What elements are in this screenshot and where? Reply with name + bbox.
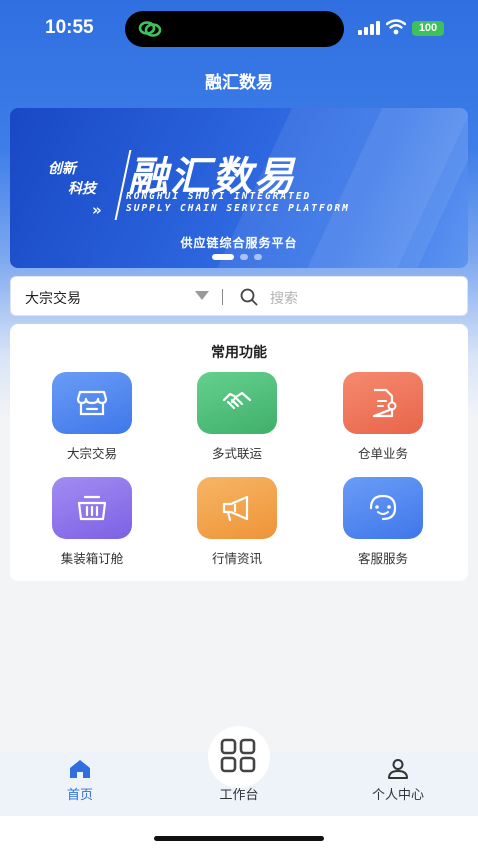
banner-english-line2: SUPPLY CHAIN SERVICE PLATFORM [126, 203, 350, 214]
search-input[interactable]: 搜索 [270, 288, 298, 308]
home-indicator[interactable] [154, 836, 324, 841]
carousel-dot[interactable] [240, 254, 248, 260]
function-label: 集装箱订舱 [60, 551, 124, 566]
wifi-icon [386, 19, 406, 35]
banner-subtitle: 供应链综合服务平台 [180, 236, 298, 250]
signal-icon [358, 21, 380, 35]
link-icon [138, 21, 162, 37]
carousel-indicator [212, 254, 262, 260]
store-icon [52, 372, 132, 434]
function-warehouse-receipt[interactable]: 仓单业务 [328, 372, 438, 462]
page-title: 融汇数易 [205, 73, 273, 93]
workbench-button[interactable] [208, 726, 270, 788]
megaphone-icon [197, 477, 277, 539]
tab-home[interactable]: 首页 [20, 758, 140, 803]
user-icon [388, 759, 408, 779]
function-multimodal-transport[interactable]: 多式联运 [182, 372, 292, 462]
function-bulk-trade[interactable]: 大宗交易 [37, 372, 147, 462]
status-time: 10:55 [45, 17, 94, 38]
search-bar: 大宗交易 搜索 [10, 276, 468, 316]
section-title: 常用功能 [211, 345, 267, 361]
function-customer-service[interactable]: 客服服务 [328, 477, 438, 567]
bottom-safe-area [0, 816, 478, 850]
chevron-down-icon[interactable] [195, 291, 209, 300]
function-label: 大宗交易 [66, 446, 117, 461]
function-container-booking[interactable]: 集装箱订舱 [37, 477, 147, 567]
home-icon [70, 760, 90, 778]
battery-indicator: 100 [412, 21, 444, 36]
category-select[interactable]: 大宗交易 [25, 288, 81, 308]
banner-arrows: » [92, 201, 102, 219]
promo-banner[interactable]: 创新 科技 » 融汇数易 RONGHUI SHUYI INTEGRATED SU… [10, 108, 468, 268]
banner-english-line1: RONGHUI SHUYI INTEGRATED [126, 191, 312, 202]
headset-icon [343, 477, 423, 539]
banner-tag-tech: 科技 [68, 181, 96, 197]
function-label: 行情资讯 [211, 551, 262, 566]
function-label: 多式联运 [211, 446, 262, 461]
document-gear-icon [343, 372, 423, 434]
common-functions-card: 常用功能 大宗交易 多式联运 仓单业务 集装箱订舱 行情资讯 客服服务 [10, 324, 468, 581]
carousel-dot[interactable] [254, 254, 262, 260]
tab-label: 个人中心 [371, 788, 424, 803]
carousel-dot-active[interactable] [212, 254, 234, 260]
tab-label: 首页 [66, 788, 93, 803]
tab-profile[interactable]: 个人中心 [338, 758, 458, 803]
search-icon [240, 288, 258, 306]
function-market-news[interactable]: 行情资讯 [182, 477, 292, 567]
function-label: 仓单业务 [357, 446, 408, 461]
search-divider [222, 289, 223, 305]
handshake-icon [197, 372, 277, 434]
grid-icon [220, 738, 256, 773]
dynamic-island [125, 11, 344, 47]
function-label: 客服服务 [357, 551, 408, 566]
basket-icon [52, 477, 132, 539]
banner-tag-innovation: 创新 [48, 161, 76, 177]
status-bar: 10:55 100 [0, 0, 478, 58]
